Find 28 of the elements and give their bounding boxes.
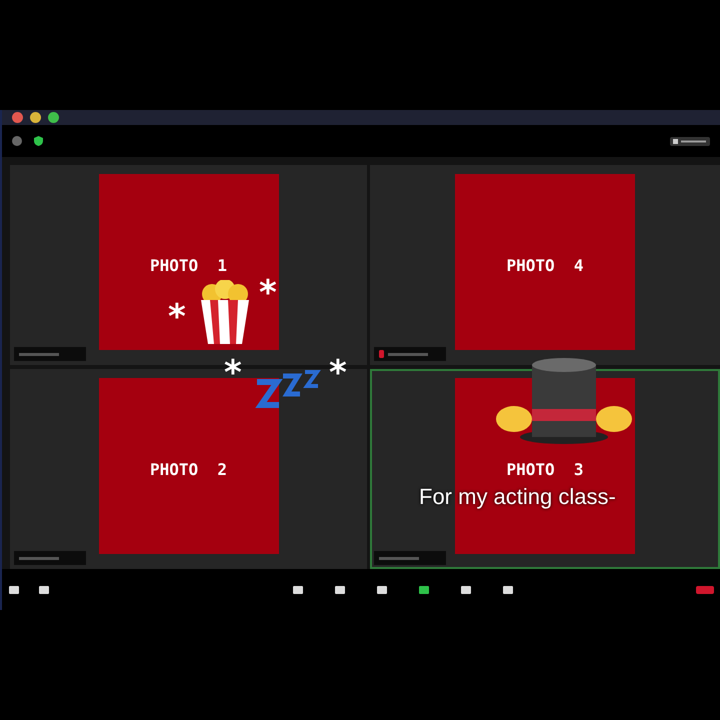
mic-icon[interactable] xyxy=(8,584,20,594)
share-screen-icon[interactable] xyxy=(418,584,430,594)
sparkle-mark: * xyxy=(168,300,186,334)
photo-label: PHOTO 1 xyxy=(150,256,228,276)
security-icon[interactable] xyxy=(292,584,304,594)
name-tag xyxy=(14,347,86,361)
record-icon[interactable] xyxy=(460,584,472,594)
view-button[interactable] xyxy=(670,136,710,146)
chat-icon[interactable] xyxy=(376,584,388,594)
maximize-button[interactable] xyxy=(48,112,59,123)
photo-label: PHOTO 3 xyxy=(506,460,584,480)
reactions-icon[interactable] xyxy=(502,584,514,594)
photo-label: PHOTO 4 xyxy=(506,256,584,276)
sparkle-mark: * xyxy=(259,276,277,310)
popcorn-icon xyxy=(198,280,252,344)
minimize-button[interactable] xyxy=(30,112,41,123)
name-tag xyxy=(374,551,446,565)
camera-icon[interactable] xyxy=(38,584,50,594)
end-button[interactable] xyxy=(696,586,714,594)
sparkle-mark: * xyxy=(329,356,347,390)
name-tag xyxy=(14,551,86,565)
caption-text: For my acting class- xyxy=(419,484,616,510)
shield-icon[interactable] xyxy=(34,136,43,146)
participants-icon[interactable] xyxy=(334,584,346,594)
close-button[interactable] xyxy=(12,112,23,123)
photo-label: PHOTO 2 xyxy=(150,460,228,480)
sparkle-mark: * xyxy=(224,356,242,390)
info-icon[interactable] xyxy=(12,136,22,146)
